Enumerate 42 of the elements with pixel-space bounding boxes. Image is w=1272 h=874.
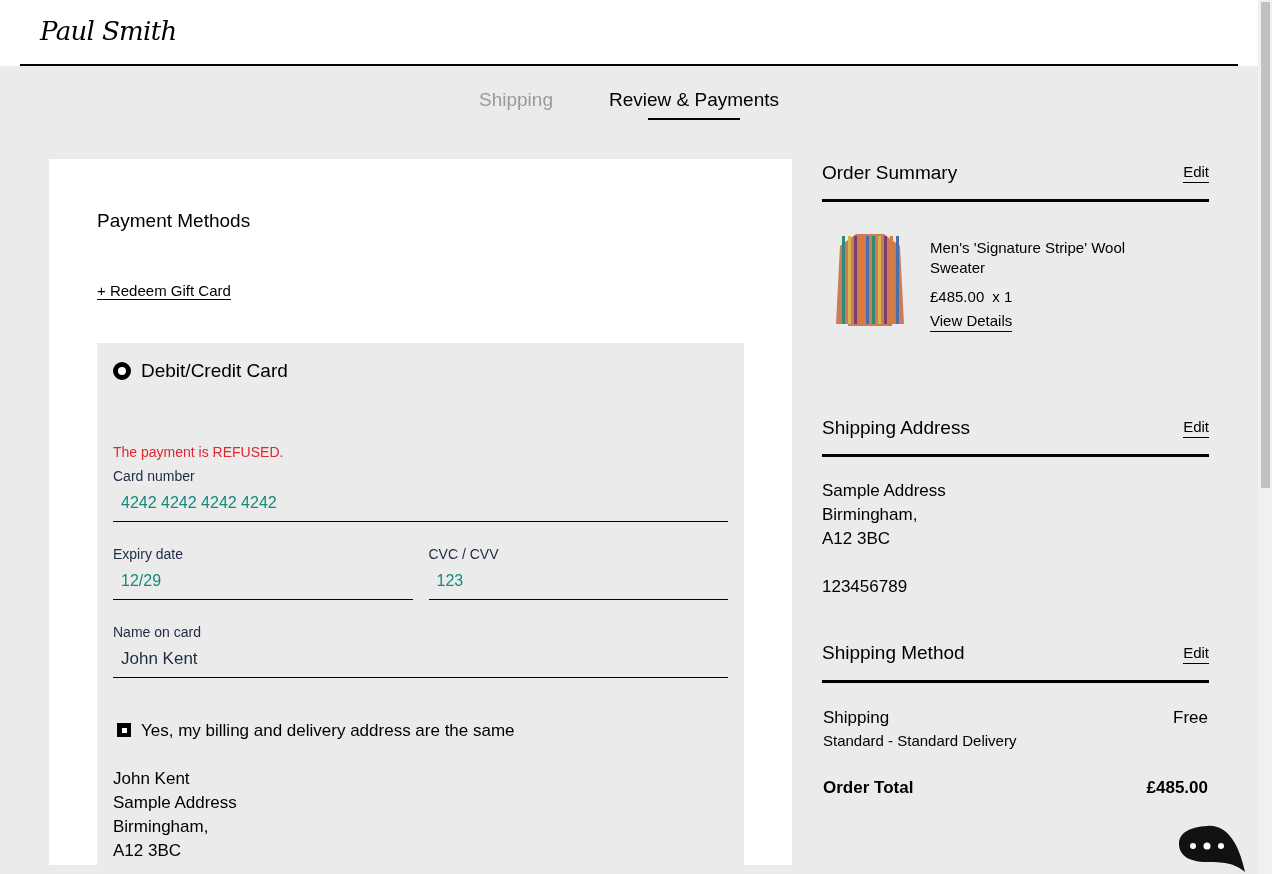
order-total-label: Order Total [823,776,914,799]
redeem-gift-card-link[interactable]: + Redeem Gift Card [97,282,231,300]
shipping-value: Free [1173,706,1208,729]
checkbox-label: Yes, my billing and delivery address are the same [141,719,515,742]
section-title: Shipping Method [822,641,965,665]
scrollbar[interactable] [1258,0,1272,874]
brand-logo[interactable]: Paul Smith [40,12,177,52]
phone-number: 123456789 [822,576,908,598]
radio-button[interactable] [113,362,131,381]
address-line: Sample Address [822,480,946,502]
billing-address-line: Sample Address [113,792,237,814]
input-field[interactable]: 123 [428,563,728,600]
product-quantity: x 1 [992,287,1013,307]
input-field[interactable]: John Kent [113,641,728,678]
field-label: Name on card [113,622,201,642]
shipping-description: Standard - Standard Delivery [822,731,1017,751]
payment-method-label: Debit/Credit Card [141,359,288,383]
edit-link[interactable]: Edit [1183,417,1209,439]
section-title: Payment Methods [97,208,251,233]
field-label: Expiry date [113,544,184,564]
billing-address-line: John Kent [113,768,190,790]
view-details-link[interactable]: View Details [930,310,1013,332]
product-name: Men's 'Signature Stripe' Wool Sweater [930,238,1127,278]
step-tab[interactable]: Review & Payments [608,85,779,122]
edit-link[interactable]: Edit [1183,642,1209,664]
address-line: Birmingham, [822,504,918,526]
input-field[interactable]: 4242 4242 4242 4242 [113,485,728,522]
input-field[interactable]: 12/29 [113,563,413,600]
section-title: Shipping Address [822,415,970,440]
section-title: Order Summary [822,160,958,185]
field-label: Card number [113,466,195,486]
shipping-label: Shipping [823,706,890,729]
address-line: A12 3BC [822,528,891,550]
billing-address-line: Birmingham, [113,816,209,838]
edit-link[interactable]: Edit [1183,162,1209,184]
order-total-value: £485.00 [1146,776,1208,799]
field-label: CVC / CVV [428,544,499,564]
product-price: £485.00 [930,287,985,307]
error-message: The payment is REFUSED. [113,442,284,462]
billing-address-line: A12 3BC [113,840,182,862]
chat-bubble-icon[interactable] [1177,824,1247,874]
checkbox[interactable] [117,723,131,738]
